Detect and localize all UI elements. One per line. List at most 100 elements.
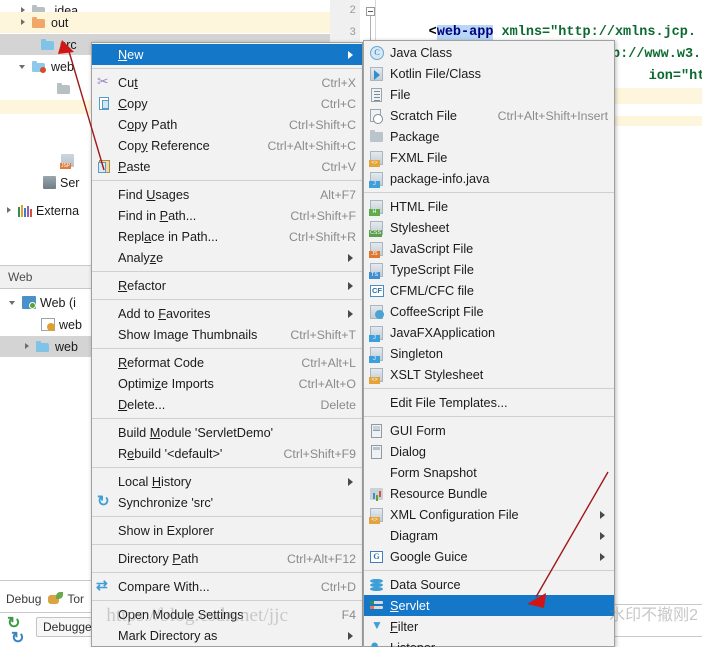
chevron-down-icon[interactable] <box>8 297 19 308</box>
menu-item-label: GUI Form <box>390 423 446 438</box>
context-menu-item-refactor[interactable]: Refactor <box>92 275 362 296</box>
new-submenu[interactable]: C Java Class Kotlin File/Class File Scratch … <box>363 40 615 647</box>
menu-separator <box>92 600 362 601</box>
xslt-stylesheet-icon: <> <box>368 367 386 384</box>
menu-item-label: Directory Path <box>118 551 199 566</box>
new-submenu-item-servlet[interactable]: Servlet <box>364 595 614 616</box>
menu-item-label: Refactor <box>118 278 166 293</box>
tree-item-out[interactable]: out <box>0 12 378 33</box>
new-submenu-item-edit-file-templates[interactable]: Edit File Templates... <box>364 392 614 413</box>
menu-item-label: Find in Path... <box>118 208 197 223</box>
menu-item-label: Scratch File <box>390 108 457 123</box>
menu-item-label: HTML File <box>390 199 449 214</box>
menu-item-icon-placeholder <box>368 395 386 411</box>
resource-bundle-icon <box>368 486 386 502</box>
new-submenu-item-html-file[interactable]: H HTML File <box>364 196 614 217</box>
new-submenu-item-xml-configuration-file[interactable]: <> XML Configuration File <box>364 504 614 525</box>
context-menu-item-add-to-favorites[interactable]: Add to Favorites <box>92 303 362 324</box>
chevron-right-icon[interactable] <box>18 17 29 28</box>
menu-item-label: Listener <box>390 641 608 647</box>
new-submenu-item-file[interactable]: File <box>364 84 614 105</box>
context-menu-item-rebuild-default[interactable]: Rebuild '<default>' Ctrl+Shift+F9 <box>92 443 362 464</box>
context-menu-item-build-module-servletdemo[interactable]: Build Module 'ServletDemo' <box>92 422 362 443</box>
context-menu-item-replace-in-path[interactable]: Replace in Path... Ctrl+Shift+R <box>92 226 362 247</box>
context-menu-item-compare-with[interactable]: Compare With... Ctrl+D <box>92 576 362 597</box>
new-submenu-item-typescript-file[interactable]: TS TypeScript File <box>364 259 614 280</box>
menu-item-shortcut: F4 <box>341 607 356 622</box>
context-menu-item-find-usages[interactable]: Find Usages Alt+F7 <box>92 184 362 205</box>
chevron-right-icon[interactable] <box>4 205 15 216</box>
context-menu-item-analyze[interactable]: Analyze <box>92 247 362 268</box>
submenu-arrow-icon <box>598 552 608 562</box>
chevron-down-icon[interactable] <box>18 61 29 72</box>
tree-item-label: Externa <box>36 203 80 218</box>
new-submenu-item-singleton[interactable]: J Singleton <box>364 343 614 364</box>
menu-item-shortcut: Ctrl+Shift+R <box>289 229 356 244</box>
new-submenu-item-coffeescript-file[interactable]: CoffeeScript File <box>364 301 614 322</box>
new-submenu-item-package-info-java[interactable]: Jpackage-info.java <box>364 168 614 189</box>
debugger-tab[interactable]: Debugge <box>36 617 99 637</box>
new-submenu-item-resource-bundle[interactable]: Resource Bundle <box>364 483 614 504</box>
context-menu-item-copy-path[interactable]: Copy Path Ctrl+Shift+C <box>92 114 362 135</box>
menu-item-label: Show in Explorer <box>118 523 214 538</box>
submenu-arrow-icon <box>598 510 608 520</box>
menu-separator <box>92 299 362 300</box>
menu-item-icon-placeholder <box>96 446 114 462</box>
new-submenu-item-javascript-file[interactable]: JS JavaScript File <box>364 238 614 259</box>
line-number: 2 <box>349 5 356 17</box>
line-number: 3 <box>349 27 356 39</box>
menu-item-icon-placeholder <box>96 208 114 224</box>
context-menu-item-show-image-thumbnails[interactable]: Show Image Thumbnails Ctrl+Shift+T <box>92 324 362 345</box>
menu-item-icon-placeholder <box>96 327 114 343</box>
context-menu-item-reformat-code[interactable]: Reformat Code Ctrl+Alt+L <box>92 352 362 373</box>
context-menu-item-copy[interactable]: Copy Ctrl+C <box>92 93 362 114</box>
context-menu-item-paste[interactable]: Paste Ctrl+V <box>92 156 362 177</box>
code-fold-icon[interactable] <box>366 7 375 16</box>
menu-separator <box>92 467 362 468</box>
new-submenu-item-google-guice[interactable]: G Google Guice <box>364 546 614 567</box>
context-menu-item-show-in-explorer[interactable]: Show in Explorer <box>92 520 362 541</box>
menu-item-label: Mark Directory as <box>118 628 218 643</box>
cfml-file-icon: CF <box>370 284 384 297</box>
chevron-right-icon[interactable] <box>22 341 33 352</box>
new-submenu-item-scratch-file[interactable]: Scratch File Ctrl+Alt+Shift+Insert <box>364 105 614 126</box>
menu-separator <box>92 348 362 349</box>
new-submenu-item-data-source[interactable]: Data Source <box>364 574 614 595</box>
context-menu[interactable]: New Cut Ctrl+X Copy Ctrl+C Copy Path Ctrl+Shif… <box>91 42 363 647</box>
new-submenu-item-stylesheet[interactable]: CSS Stylesheet <box>364 217 614 238</box>
menu-item-label: Reformat Code <box>118 355 205 370</box>
menu-item-label: Data Source <box>390 577 461 592</box>
menu-item-shortcut: Ctrl+Shift+F <box>290 208 356 223</box>
context-menu-item-find-in-path[interactable]: Find in Path... Ctrl+Shift+F <box>92 205 362 226</box>
context-menu-item-delete[interactable]: Delete... Delete <box>92 394 362 415</box>
context-menu-item-copy-reference[interactable]: Copy Reference Ctrl+Alt+Shift+C <box>92 135 362 156</box>
context-menu-item-cut[interactable]: Cut Ctrl+X <box>92 72 362 93</box>
new-submenu-item-java-class[interactable]: C Java Class <box>364 42 614 63</box>
new-submenu-item-form-snapshot[interactable]: Form Snapshot <box>364 462 614 483</box>
menu-item-icon-placeholder <box>368 465 386 481</box>
new-submenu-item-gui-form[interactable]: GUI Form <box>364 420 614 441</box>
new-submenu-item-listener[interactable]: Listener <box>364 637 614 647</box>
web-item-label: web <box>55 339 78 354</box>
menu-item-icon-placeholder <box>96 376 114 392</box>
new-submenu-item-filter[interactable]: Filter <box>364 616 614 637</box>
context-menu-item-synchronize-src[interactable]: Synchronize 'src' <box>92 492 362 513</box>
context-menu-item-optimize-imports[interactable]: Optimize Imports Ctrl+Alt+O <box>92 373 362 394</box>
new-submenu-item-diagram[interactable]: Diagram <box>364 525 614 546</box>
new-submenu-item-cfml-cfc-file[interactable]: CF CFML/CFC file <box>364 280 614 301</box>
context-menu-item-local-history[interactable]: Local History <box>92 471 362 492</box>
new-submenu-item-javafxapplication[interactable]: J JavaFXApplication <box>364 322 614 343</box>
debug-server-label: Tor <box>67 592 85 606</box>
new-submenu-item-dialog[interactable]: Dialog <box>364 441 614 462</box>
rerun-icon[interactable] <box>8 628 30 647</box>
new-submenu-item-xslt-stylesheet[interactable]: <> XSLT Stylesheet <box>364 364 614 385</box>
new-submenu-item-kotlin-file-class[interactable]: Kotlin File/Class <box>364 63 614 84</box>
context-menu-item-new[interactable]: New <box>92 44 362 65</box>
new-submenu-item-fxml-file[interactable]: <> FXML File <box>364 147 614 168</box>
new-submenu-item-package[interactable]: Package <box>364 126 614 147</box>
context-menu-item-directory-path[interactable]: Directory Path Ctrl+Alt+F12 <box>92 548 362 569</box>
submenu-arrow-icon <box>346 477 356 487</box>
context-menu-item-mark-directory-as[interactable]: Mark Directory as <box>92 625 362 646</box>
menu-item-label: Compare With... <box>118 579 210 594</box>
paste-icon <box>96 159 114 175</box>
